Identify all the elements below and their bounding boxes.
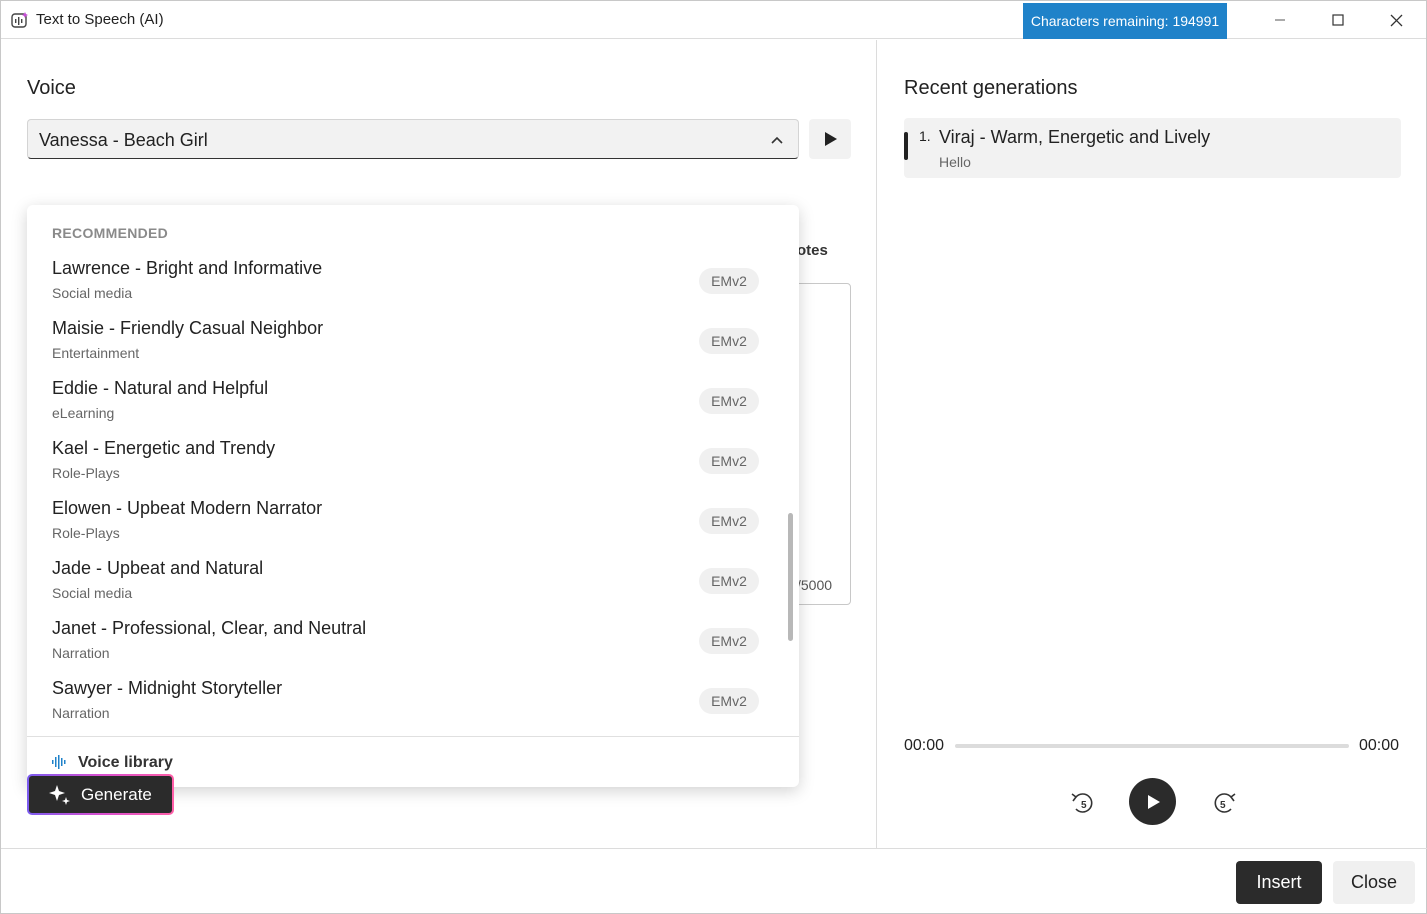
voice-dropdown: RECOMMENDED Lawrence - Bright and Inform… (27, 205, 799, 787)
voice-option-category: Narration (52, 645, 110, 661)
close-button[interactable]: Close (1333, 861, 1415, 904)
play-icon (1147, 794, 1160, 809)
svg-text:5: 5 (1081, 800, 1087, 811)
voice-option-tag: EMv2 (699, 328, 759, 354)
forward-5-icon[interactable]: 5 (1208, 787, 1240, 819)
tts-window: Text to Speech (AI) Characters remaining… (0, 0, 1427, 914)
voice-option-tag: EMv2 (699, 568, 759, 594)
voice-option[interactable]: Elowen - Upbeat Modern Narrator Role-Pla… (27, 498, 787, 558)
recent-generation-text: Hello (939, 154, 971, 170)
voice-option-name: Eddie - Natural and Helpful (52, 378, 269, 398)
voice-option-category: Role-Plays (52, 465, 120, 481)
voice-option-category: eLearning (52, 405, 115, 421)
dropdown-section-header: RECOMMENDED (52, 225, 169, 241)
voice-option[interactable]: Jade - Upbeat and Natural Social media E… (27, 558, 787, 618)
voice-option-name: Sawyer - Midnight Storyteller (52, 678, 283, 698)
voice-select[interactable]: Vanessa - Beach Girl (27, 119, 799, 159)
voice-option-tag: EMv2 (699, 628, 759, 654)
recent-generation-item[interactable]: 1. Viraj - Warm, Energetic and Lively He… (904, 118, 1401, 178)
recent-panel: Recent generations 1. Viraj - Warm, Ener… (878, 40, 1427, 848)
waveform-icon (52, 755, 66, 769)
voice-option-category: Entertainment (52, 345, 140, 361)
recent-heading: Recent generations (904, 77, 1078, 99)
voice-option-name: Janet - Professional, Clear, and Neutral (52, 618, 367, 638)
voice-heading: Voice (27, 77, 76, 99)
voice-option-category: Social media (52, 285, 133, 301)
recent-generation-voice: Viraj - Warm, Energetic and Lively (939, 127, 1211, 147)
maximize-button[interactable] (1309, 1, 1367, 39)
voice-option[interactable]: Lawrence - Bright and Informative Social… (27, 258, 787, 318)
recent-generation-number: 1. (919, 128, 931, 144)
maximize-icon (1332, 14, 1344, 26)
voice-option-category: Social media (52, 585, 133, 601)
play-button[interactable] (1129, 778, 1176, 825)
characters-remaining-badge: Characters remaining: 194991 (1023, 3, 1227, 39)
title-bar: Text to Speech (AI) Characters remaining… (1, 1, 1426, 39)
window-close-button[interactable] (1367, 1, 1425, 39)
dialog-footer: Insert Close (1, 848, 1427, 914)
close-icon (1390, 14, 1402, 26)
notes-label: otes (797, 242, 828, 259)
voice-option[interactable]: Janet - Professional, Clear, and Neutral… (27, 618, 787, 678)
play-icon (825, 132, 837, 146)
selected-indicator (904, 132, 908, 160)
voice-panel: Voice Vanessa - Beach Girl otes /5000 RE… (1, 40, 877, 848)
voice-select-value: Vanessa - Beach Girl (39, 130, 208, 150)
playback-progress-track[interactable] (955, 744, 1349, 748)
total-time: 00:00 (1359, 737, 1400, 754)
insert-button[interactable]: Insert (1236, 861, 1322, 904)
voice-option-name: Kael - Energetic and Trendy (52, 438, 276, 458)
preview-voice-button[interactable] (809, 119, 851, 159)
voice-option-tag: EMv2 (699, 508, 759, 534)
voice-option-name: Elowen - Upbeat Modern Narrator (52, 498, 323, 518)
chevron-up-icon (771, 136, 783, 144)
voice-option-category: Narration (52, 705, 110, 721)
voice-option-tag: EMv2 (699, 268, 759, 294)
voice-option-name: Maisie - Friendly Casual Neighbor (52, 318, 324, 338)
sparkle-icon (49, 784, 70, 805)
rewind-5-icon[interactable]: 5 (1067, 787, 1099, 819)
generate-button[interactable]: Generate (27, 774, 174, 815)
voice-option-tag: EMv2 (699, 688, 759, 714)
voice-option-category: Role-Plays (52, 525, 120, 541)
voice-option[interactable]: Eddie - Natural and Helpful eLearning EM… (27, 378, 787, 438)
app-icon (11, 12, 28, 28)
voice-option-name: Lawrence - Bright and Informative (52, 258, 323, 278)
voice-option[interactable]: Kael - Energetic and Trendy Role-Plays E… (27, 438, 787, 498)
voice-option-name: Jade - Upbeat and Natural (52, 558, 264, 578)
dropdown-scrollbar[interactable] (788, 513, 793, 641)
voice-option[interactable]: Maisie - Friendly Casual Neighbor Entert… (27, 318, 787, 378)
current-time: 00:00 (904, 737, 945, 754)
voice-option-tag: EMv2 (699, 448, 759, 474)
generate-label: Generate (81, 784, 152, 804)
voice-library-label: Voice library (78, 754, 173, 771)
character-count: /5000 (797, 577, 833, 593)
minimize-button[interactable] (1251, 1, 1309, 39)
voice-option-tag: EMv2 (699, 388, 759, 414)
svg-text:5: 5 (1220, 800, 1226, 811)
window-title: Text to Speech (AI) (36, 11, 164, 28)
voice-option[interactable]: Sawyer - Midnight Storyteller Narration … (27, 678, 787, 738)
generate-button-inner: Generate (29, 776, 172, 813)
minimize-icon (1275, 19, 1285, 21)
